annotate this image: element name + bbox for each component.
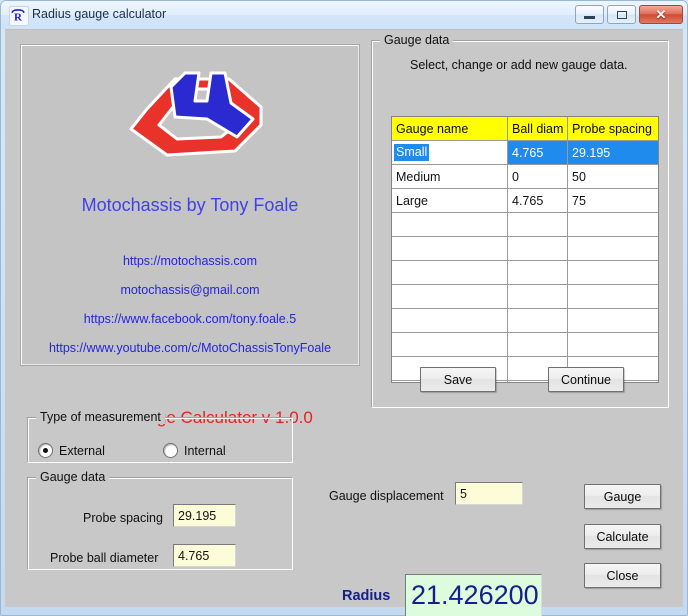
gauge-data-group-title: Gauge data: [380, 33, 454, 47]
continue-button[interactable]: Continue: [548, 367, 624, 392]
cell-probe-spacing[interactable]: 50: [568, 165, 658, 188]
table-row[interactable]: Large 4.765 75: [392, 189, 658, 213]
probe-ball-diameter-input[interactable]: 4.765: [173, 544, 236, 567]
minimize-button[interactable]: [575, 5, 604, 24]
cell-gauge-name[interactable]: Small: [392, 141, 508, 164]
radio-internal-dot: [163, 443, 178, 458]
cell-ball-diam[interactable]: [508, 213, 568, 236]
cell-ball-diam[interactable]: 4.765: [508, 141, 568, 164]
probe-spacing-label: Probe spacing: [83, 511, 163, 525]
motochassis-logo-icon: [111, 67, 281, 163]
cell-ball-diam[interactable]: [508, 237, 568, 260]
maximize-button[interactable]: [607, 5, 636, 24]
cell-gauge-name[interactable]: [392, 309, 508, 332]
cell-ball-diam[interactable]: [508, 285, 568, 308]
cell-probe-spacing[interactable]: [568, 333, 658, 356]
gauge-data-table[interactable]: Gauge name Ball diam Probe spacing Small…: [391, 116, 659, 383]
info-panel: Motochassis by Tony Foale https://motoch…: [20, 44, 360, 366]
cell-probe-spacing[interactable]: [568, 261, 658, 284]
link-youtube[interactable]: https://www.youtube.com/c/MotoChassisTon…: [21, 341, 359, 355]
table-row[interactable]: [392, 237, 658, 261]
column-header-gauge-name[interactable]: Gauge name: [392, 117, 508, 140]
radio-internal-label: Internal: [184, 443, 226, 458]
cell-ball-diam[interactable]: 4.765: [508, 189, 568, 212]
link-facebook[interactable]: https://www.facebook.com/tony.foale.5: [21, 312, 359, 326]
table-row[interactable]: Medium 0 50: [392, 165, 658, 189]
close-icon: ✕: [655, 7, 667, 22]
column-header-probe-spacing[interactable]: Probe spacing: [568, 117, 658, 140]
calculate-button[interactable]: Calculate: [584, 524, 661, 549]
probe-spacing-input[interactable]: 29.195: [173, 504, 236, 527]
svg-text:R: R: [14, 11, 23, 23]
radio-external-dot: [38, 443, 53, 458]
table-row[interactable]: [392, 213, 658, 237]
client-area: Motochassis by Tony Foale https://motoch…: [5, 29, 683, 616]
cell-gauge-name[interactable]: [392, 237, 508, 260]
cell-gauge-name[interactable]: [392, 285, 508, 308]
table-row[interactable]: [392, 333, 658, 357]
minimize-icon: [584, 15, 595, 19]
table-row[interactable]: [392, 285, 658, 309]
cell-gauge-name-editor[interactable]: Small: [394, 143, 430, 162]
table-header-row: Gauge name Ball diam Probe spacing: [392, 117, 658, 141]
gauge-button[interactable]: Gauge: [584, 484, 661, 509]
cell-gauge-name[interactable]: [392, 261, 508, 284]
link-website[interactable]: https://motochassis.com: [21, 254, 359, 268]
cell-probe-spacing[interactable]: [568, 285, 658, 308]
window-title: Radius gauge calculator: [32, 7, 167, 21]
close-button[interactable]: ✕: [639, 5, 683, 24]
cell-probe-spacing[interactable]: 75: [568, 189, 658, 212]
gauge-data-instruction: Select, change or add new gauge data.: [410, 58, 628, 72]
cell-ball-diam[interactable]: [508, 333, 568, 356]
cell-gauge-name[interactable]: [392, 213, 508, 236]
cell-probe-spacing[interactable]: [568, 213, 658, 236]
radio-external-label: External: [59, 443, 105, 458]
save-button[interactable]: Save: [420, 367, 496, 392]
maximize-icon: [616, 10, 627, 19]
column-header-ball-diam[interactable]: Ball diam: [508, 117, 568, 140]
gauge-inputs-group-title: Gauge data: [36, 470, 110, 484]
cell-gauge-name[interactable]: Medium: [392, 165, 508, 188]
title-bar[interactable]: R Radius gauge calculator ✕: [1, 1, 687, 29]
radius-value-field: 21.426200: [405, 574, 542, 616]
cell-gauge-name[interactable]: Large: [392, 189, 508, 212]
application-window: R Radius gauge calculator ✕ Motochassis …: [0, 0, 688, 616]
cell-probe-spacing[interactable]: [568, 309, 658, 332]
radius-label: Radius: [342, 588, 391, 604]
brand-text: Motochassis by Tony Foale: [81, 195, 299, 215]
measurement-type-group-title: Type of measurement: [36, 410, 165, 424]
probe-ball-diameter-label: Probe ball diameter: [50, 551, 159, 565]
cell-probe-spacing[interactable]: 29.195: [568, 141, 658, 164]
cell-ball-diam[interactable]: [508, 261, 568, 284]
radio-external[interactable]: External: [38, 443, 105, 458]
r-logo-icon: R: [9, 6, 29, 26]
gauge-displacement-input[interactable]: 5: [455, 482, 523, 505]
radio-internal[interactable]: Internal: [163, 443, 226, 458]
table-row[interactable]: [392, 261, 658, 285]
cell-probe-spacing[interactable]: [568, 237, 658, 260]
link-email[interactable]: motochassis@gmail.com: [21, 283, 359, 297]
cell-ball-diam[interactable]: 0: [508, 165, 568, 188]
cell-ball-diam[interactable]: [508, 309, 568, 332]
gauge-displacement-label: Gauge displacement: [329, 489, 444, 503]
window-controls: ✕: [575, 5, 683, 24]
table-row[interactable]: [392, 309, 658, 333]
cell-gauge-name[interactable]: [392, 333, 508, 356]
close-action-button[interactable]: Close: [584, 563, 661, 588]
table-row[interactable]: Small 4.765 29.195: [392, 141, 658, 165]
